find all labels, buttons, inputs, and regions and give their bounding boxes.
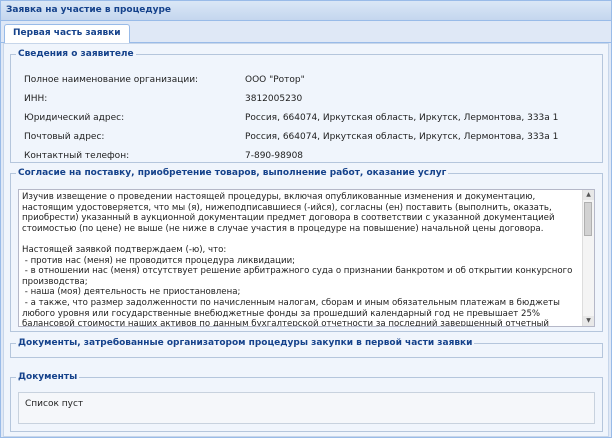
- application-window: Заявка на участие в процедуре Первая час…: [0, 0, 612, 438]
- consent-textarea[interactable]: Изучив извещение о проведении настоящей …: [18, 189, 595, 327]
- org-name-label: Полное наименование организации:: [24, 75, 199, 85]
- tab-strip: Первая часть заявки: [1, 21, 611, 43]
- required-documents-fieldset: Документы, затребованные организатором п…: [10, 338, 603, 358]
- window-title: Заявка на участие в процедуре: [6, 5, 172, 15]
- inn-label: ИНН:: [24, 94, 48, 104]
- consent-scrollbar[interactable]: ▲ ▼: [582, 190, 594, 326]
- inn-value: 3812005230: [245, 94, 303, 104]
- phone-label: Контактный телефон:: [24, 151, 130, 161]
- applicant-info-legend: Сведения о заявителе: [18, 49, 134, 59]
- legal-address-value: Россия, 664074, Иркутская область, Иркут…: [245, 113, 559, 123]
- scroll-down-arrow-icon[interactable]: ▼: [583, 316, 594, 326]
- tab-panel: Сведения о заявителе Полное наименование…: [3, 43, 609, 437]
- empty-list-text: Список пуст: [25, 399, 84, 409]
- postal-address-value: Россия, 664074, Иркутская область, Иркут…: [245, 132, 559, 142]
- tab-first-part[interactable]: Первая часть заявки: [4, 24, 130, 43]
- consent-legend: Согласие на поставку, приобретение товар…: [18, 168, 447, 178]
- documents-legend: Документы: [18, 372, 78, 382]
- scroll-up-arrow-icon[interactable]: ▲: [583, 190, 594, 200]
- applicant-info-fieldset: Сведения о заявителе Полное наименование…: [10, 49, 603, 163]
- window-titlebar: Заявка на участие в процедуре: [1, 1, 611, 21]
- required-documents-legend: Документы, затребованные организатором п…: [18, 338, 473, 348]
- documents-list: Список пуст: [18, 392, 595, 424]
- scroll-thumb[interactable]: [584, 202, 592, 236]
- org-name-value: ООО "Ротор": [245, 75, 305, 85]
- consent-text: Изучив извещение о проведении настоящей …: [22, 192, 573, 327]
- legal-address-label: Юридический адрес:: [24, 113, 125, 123]
- postal-address-label: Почтовый адрес:: [24, 132, 105, 142]
- consent-fieldset: Согласие на поставку, приобретение товар…: [10, 168, 603, 332]
- documents-fieldset: Документы Список пуст: [10, 372, 603, 432]
- phone-value: 7-890-98908: [245, 151, 304, 161]
